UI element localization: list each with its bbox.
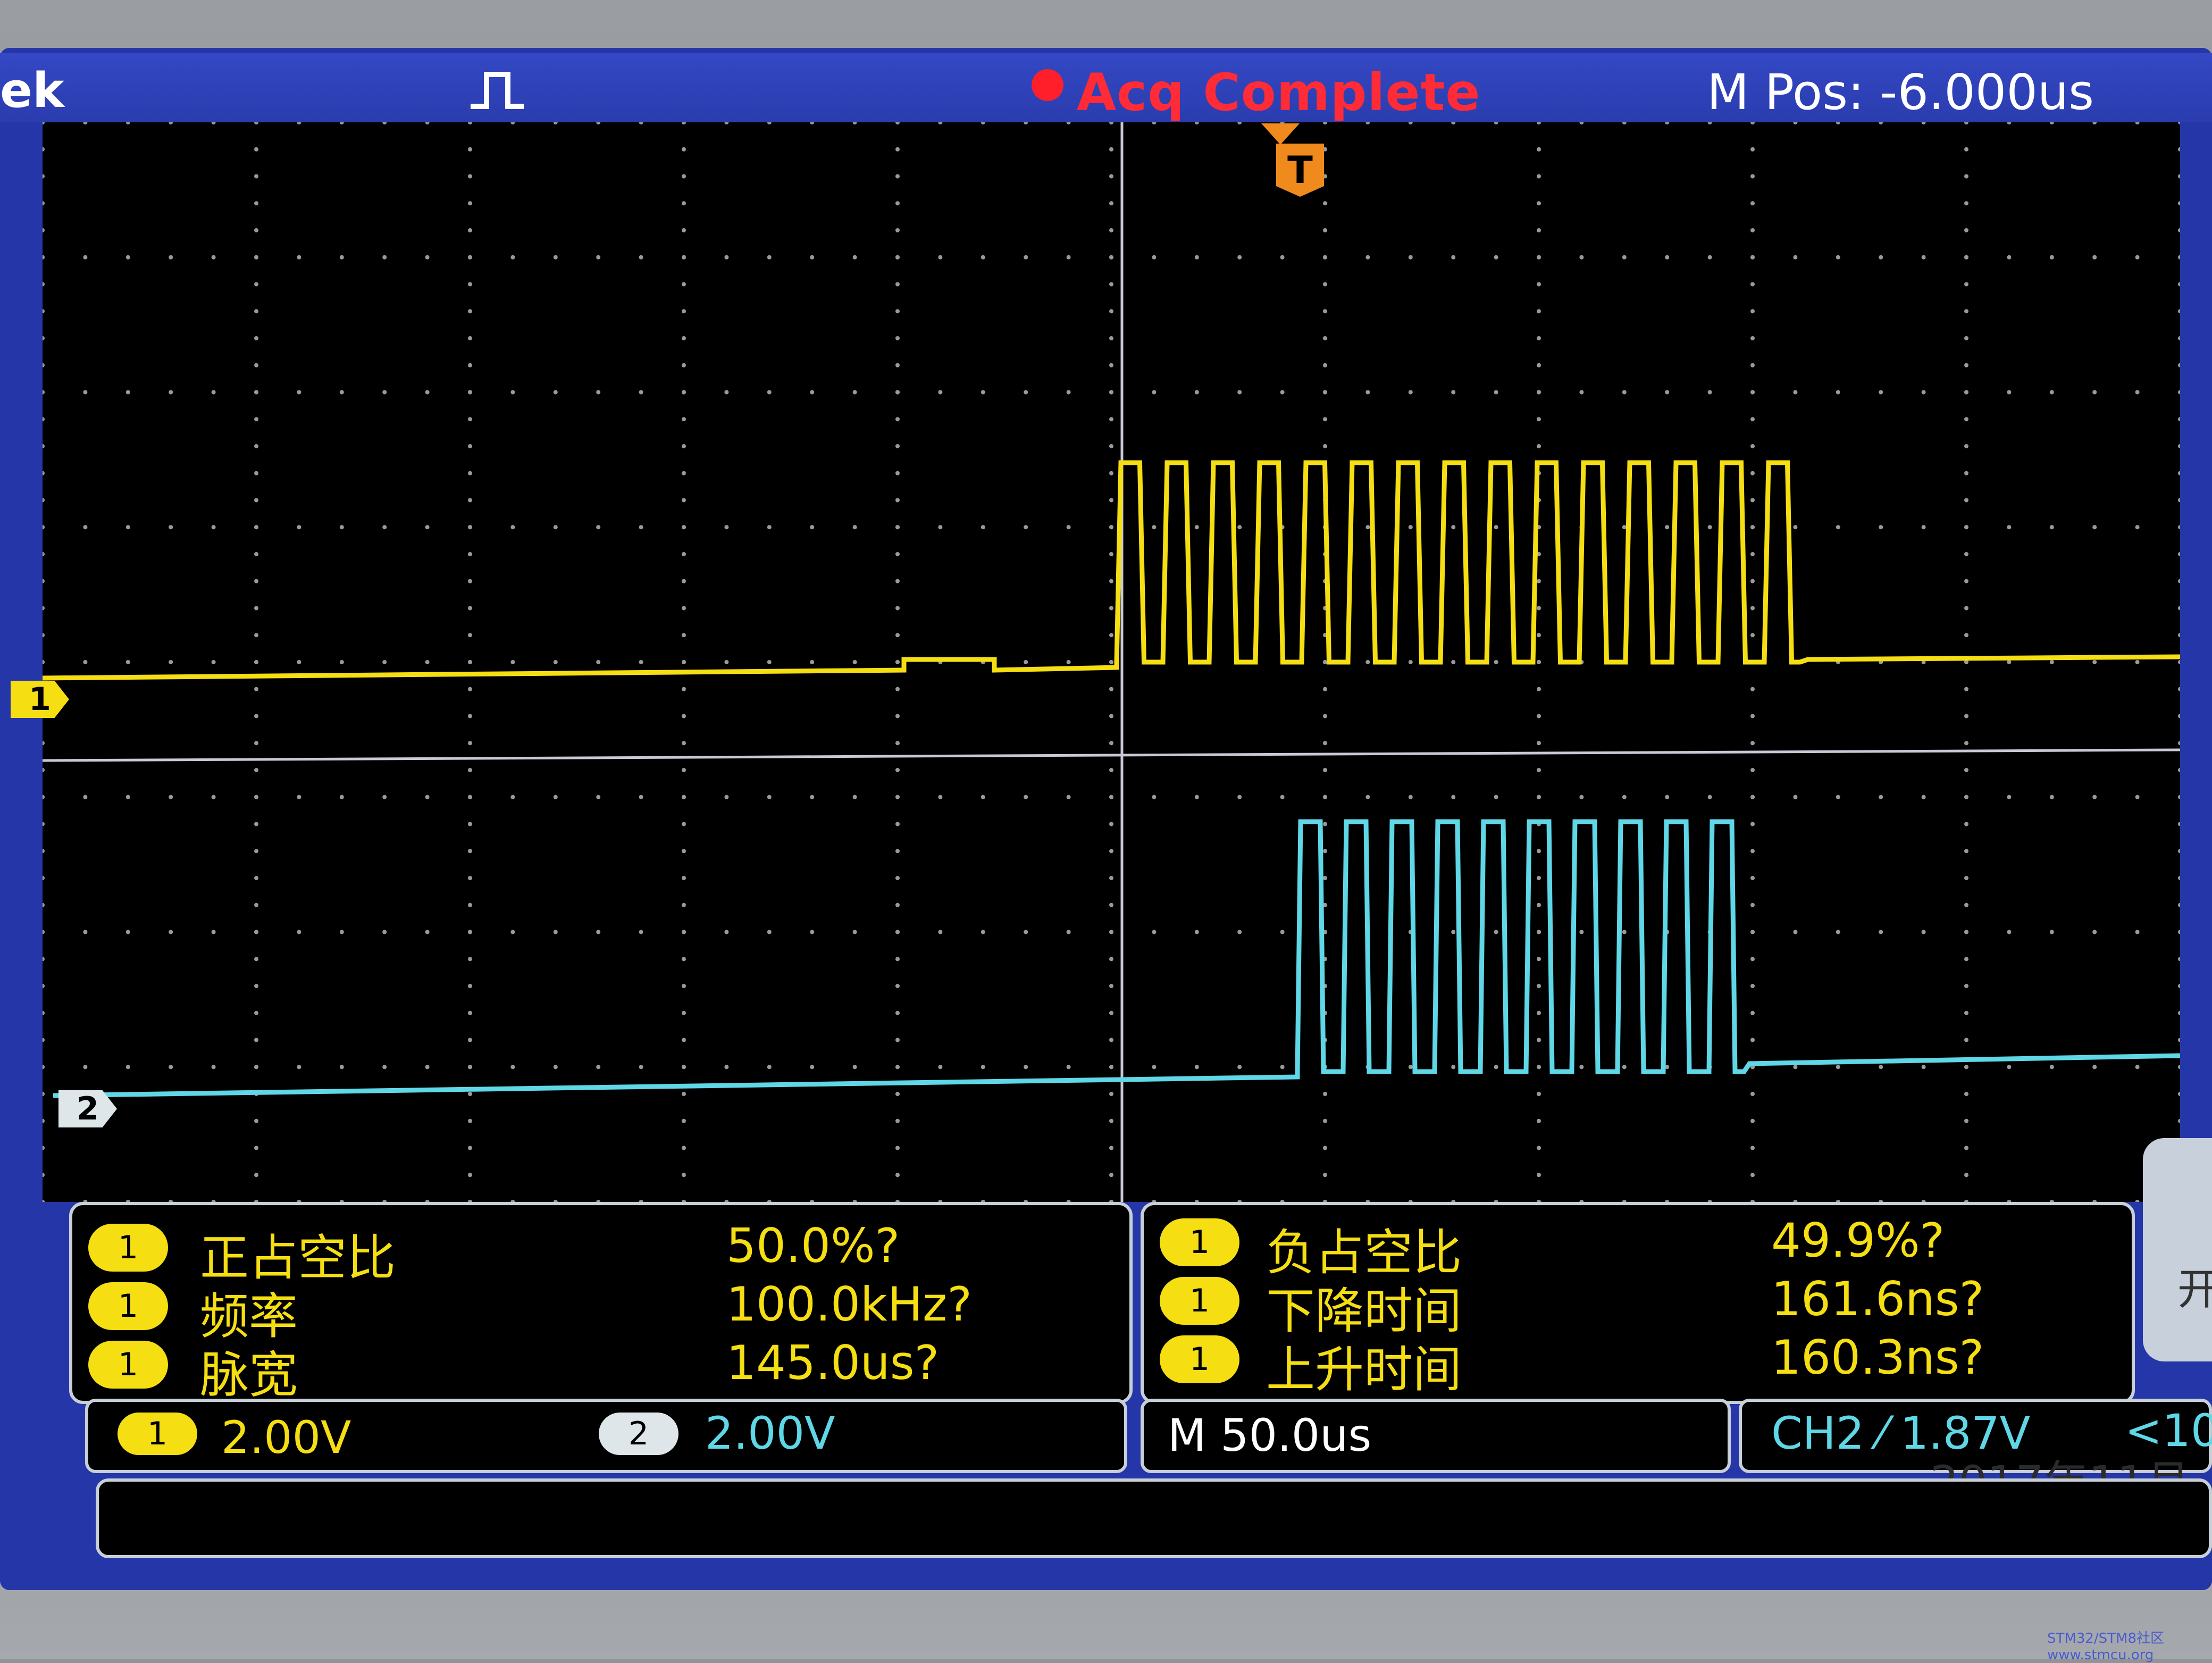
meas-value-negative-duty: 49.9%? bbox=[1771, 1213, 1945, 1268]
graticule bbox=[43, 122, 2180, 1202]
meas-label-rise-time: 上升时间 bbox=[1266, 1341, 1462, 1398]
pulse-icon bbox=[471, 72, 524, 109]
timebase-bar: M 50.0us bbox=[1141, 1399, 1731, 1473]
meas-value-positive-duty: 50.0%? bbox=[726, 1218, 900, 1273]
meas-source-pill: 1 bbox=[1160, 1218, 1239, 1266]
side-menu-tab[interactable] bbox=[2143, 1138, 2212, 1361]
horizontal-position: M Pos: -6.000us bbox=[1707, 64, 2094, 121]
softkey-strip bbox=[96, 1478, 2212, 1558]
channel-scale-bar: 1 2.00V 2 2.00V bbox=[85, 1399, 1127, 1473]
waveform-svg bbox=[43, 122, 2180, 1202]
acq-status: Acq Complete bbox=[1077, 63, 1481, 122]
meas-source-pill: 1 bbox=[88, 1224, 168, 1272]
ch2-scale: 2.00V bbox=[705, 1407, 835, 1459]
acq-status-dot bbox=[1032, 69, 1063, 101]
side-menu-label: 开 bbox=[2177, 1265, 2212, 1314]
ch2-scale-pill[interactable]: 2 bbox=[599, 1413, 678, 1455]
meas-value-frequency: 100.0kHz? bbox=[726, 1277, 972, 1332]
measurements-panel-left: 1 正占空比 50.0%? 1 频率 100.0kHz? 1 脉宽 145.0u… bbox=[69, 1202, 1133, 1404]
ch1-scale-pill[interactable]: 1 bbox=[118, 1413, 197, 1455]
meas-value-fall-time: 161.6ns? bbox=[1771, 1272, 1984, 1326]
waveform-display bbox=[43, 122, 2180, 1202]
meas-value-rise-time: 160.3ns? bbox=[1771, 1330, 1984, 1385]
timebase: M 50.0us bbox=[1168, 1409, 1372, 1461]
ch2-waveform bbox=[53, 819, 2180, 1098]
meas-source-pill: 1 bbox=[1160, 1335, 1239, 1383]
trigger-position-arrow bbox=[1261, 123, 1300, 145]
watermark: STM32/STM8社区 www.stmcu.org bbox=[2047, 1631, 2165, 1663]
measurements-panel-right: 1 负占空比 49.9%? 1 下降时间 161.6ns? 1 上升时间 160… bbox=[1141, 1202, 2135, 1404]
trigger-marker: T bbox=[1276, 144, 1324, 197]
ch1-waveform bbox=[43, 460, 2180, 681]
meas-source-pill: 1 bbox=[1160, 1277, 1239, 1325]
meas-value-pulse-width: 145.0us? bbox=[726, 1335, 940, 1390]
meas-source-pill: 1 bbox=[88, 1341, 168, 1389]
brand-label: ek bbox=[0, 63, 64, 119]
meas-source-pill: 1 bbox=[88, 1282, 168, 1330]
meas-label-pulse-width: 脉宽 bbox=[200, 1347, 298, 1403]
ch1-scale: 2.00V bbox=[221, 1411, 351, 1464]
